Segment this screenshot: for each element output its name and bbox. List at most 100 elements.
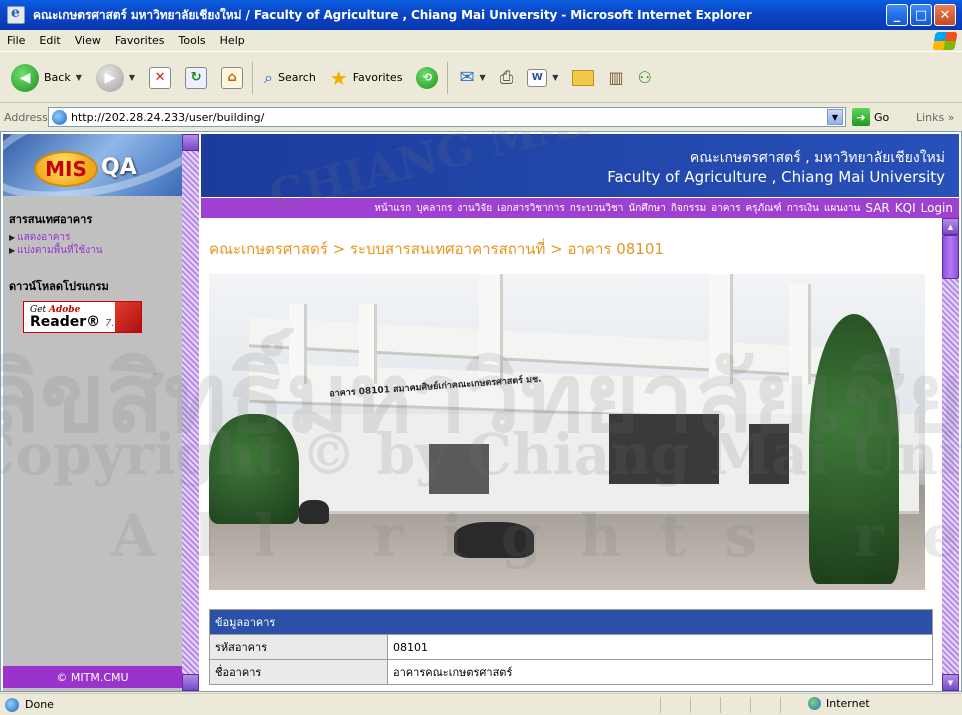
sidebar-link-label: แบ่งตามพื้นที่ใช้งาน: [17, 245, 103, 256]
table-header: ข้อมูลอาคาร: [209, 609, 933, 635]
nav-research[interactable]: งานวิจัย: [457, 201, 492, 216]
nav-activities[interactable]: กิจกรรม: [671, 201, 706, 216]
status-segment: [750, 697, 780, 713]
favorites-label: Favorites: [352, 71, 403, 84]
nav-students[interactable]: นักศึกษา: [628, 201, 666, 216]
nav-documents[interactable]: เอกสารวิชาการ: [497, 201, 565, 216]
table-header-row: ข้อมูลอาคาร: [209, 609, 933, 635]
nav-kqi[interactable]: KQI: [895, 201, 916, 215]
photo-pillar: [289, 304, 307, 384]
scroll-up-button[interactable]: ▲: [942, 218, 959, 235]
building-photo: อาคาร 08101 สมาคมศิษย์เก่าคณะเกษตรศาสตร์…: [209, 274, 925, 590]
home-button[interactable]: ⌂: [218, 58, 246, 98]
mail-button[interactable]: ✉ ▼: [456, 58, 488, 98]
chevron-down-icon: ▼: [128, 73, 136, 82]
window-title-bar[interactable]: คณะเกษตรศาสตร์ มหาวิทยาลัยเชียงใหม่ / Fa…: [0, 0, 962, 30]
sidebar-link-by-usage[interactable]: ▶ แบ่งตามพื้นที่ใช้งาน: [9, 243, 103, 258]
nav-courses[interactable]: กระบวนวิชา: [570, 201, 624, 216]
links-button[interactable]: Links »: [916, 111, 955, 124]
status-segment: [690, 697, 720, 713]
address-bar: Address http://202.28.24.233/user/buildi…: [0, 104, 962, 130]
nav-sar[interactable]: SAR: [865, 201, 889, 215]
mail-icon: ✉: [459, 67, 475, 88]
adobe-reader-label: Reader: [30, 314, 87, 330]
menu-file[interactable]: File: [0, 34, 32, 47]
menu-tools[interactable]: Tools: [172, 34, 213, 47]
photo-motorbike: [299, 500, 329, 524]
window-controls: _ □ ✕: [886, 4, 956, 26]
chevron-down-icon: ▼: [479, 73, 486, 82]
left-scroll-up-button[interactable]: [182, 134, 199, 151]
address-dropdown-button[interactable]: ▼: [827, 109, 843, 125]
left-scrollbar[interactable]: [182, 134, 199, 691]
zone-label: Internet: [826, 697, 870, 710]
nav-login[interactable]: Login: [921, 201, 953, 215]
nav-plans[interactable]: แผนงาน: [824, 201, 860, 216]
menu-favorites[interactable]: Favorites: [108, 34, 172, 47]
go-label: Go: [874, 110, 890, 124]
chevron-down-icon: ▼: [75, 73, 82, 82]
copyright-footer: © MITM.CMU: [3, 666, 182, 688]
sidebar-section-building-info: สารสนเทศอาคาร: [9, 213, 93, 226]
minimize-button[interactable]: _: [886, 4, 908, 26]
scroll-down-button[interactable]: ▼: [942, 674, 959, 691]
right-scrollbar[interactable]: ▲ ▼: [942, 218, 959, 691]
print-icon: ⎙: [499, 67, 514, 88]
word-icon: W: [527, 68, 548, 87]
menu-bar: File Edit View Favorites Tools Help: [0, 30, 962, 52]
status-text: Done: [25, 698, 54, 711]
back-button[interactable]: ◀ Back ▼: [8, 58, 85, 98]
search-button[interactable]: ⌕ Search: [261, 58, 319, 98]
sidebar-link-label: แสดงอาคาร: [17, 232, 71, 243]
close-button[interactable]: ✕: [934, 4, 956, 26]
refresh-icon: ↻: [185, 66, 208, 89]
status-segment: [780, 697, 810, 713]
folder-icon: [572, 69, 595, 86]
back-arrow-icon: ◀: [11, 63, 39, 92]
menu-help[interactable]: Help: [213, 34, 252, 47]
site-header: คณะเกษตรศาสตร์ , มหาวิทยาลัยเชียงใหม่ Fa…: [201, 134, 959, 197]
menu-edit[interactable]: Edit: [32, 34, 67, 47]
toolbar-separator: [447, 61, 449, 94]
left-scroll-down-button[interactable]: [182, 674, 199, 691]
refresh-button[interactable]: ↻: [182, 58, 210, 98]
nav-home[interactable]: หน้าแรก: [374, 201, 411, 216]
photo-window: [609, 414, 719, 484]
go-button[interactable]: ➔ Go: [852, 108, 889, 126]
security-zone: Internet: [808, 697, 870, 710]
messenger-button[interactable]: ⚇: [635, 58, 655, 98]
maximize-button[interactable]: □: [910, 4, 932, 26]
top-nav: หน้าแรก บุคลากร งานวิจัย เอกสารวิชาการ ก…: [201, 198, 959, 218]
nav-personnel[interactable]: บุคลากร: [416, 201, 452, 216]
header-title-thai: คณะเกษตรศาสตร์ , มหาวิทยาลัยเชียงใหม่: [689, 150, 945, 166]
print-button[interactable]: ⎙: [497, 58, 517, 98]
nav-buildings[interactable]: อาคาร: [711, 201, 740, 216]
table-cell-label: รหัสอาคาร: [209, 634, 388, 660]
stop-button[interactable]: ✕: [146, 58, 174, 98]
windows-logo-icon: [932, 32, 958, 50]
history-button[interactable]: ⟲: [413, 58, 441, 98]
table-cell-value: 08101: [387, 634, 933, 660]
photo-window: [749, 424, 789, 484]
scroll-thumb[interactable]: [942, 235, 959, 279]
nav-equipment[interactable]: ครุภัณฑ์: [745, 201, 781, 216]
forward-button[interactable]: ▶ ▼: [93, 58, 138, 98]
menu-view[interactable]: View: [68, 34, 108, 47]
status-segment: [720, 697, 750, 713]
nav-finance[interactable]: การเงิน: [787, 201, 819, 216]
favorites-button[interactable]: ★ Favorites: [327, 58, 406, 98]
edit-button[interactable]: W ▼: [524, 58, 561, 98]
breadcrumb: คณะเกษตรศาสตร์ > ระบบสารสนเทศอาคารสถานที…: [209, 240, 664, 258]
table-row: รหัสอาคาร 08101: [209, 634, 933, 660]
page-icon: [5, 697, 19, 712]
mis-logo-text: MIS: [34, 151, 98, 187]
qa-logo-text: QA: [101, 155, 137, 180]
mis-qa-logo[interactable]: MIS QA: [3, 134, 182, 196]
header-title-english: Faculty of Agriculture , Chiang Mai Univ…: [607, 168, 945, 186]
research-button[interactable]: ▥: [605, 58, 626, 98]
photo-pine-tree: [809, 314, 899, 584]
folder-button[interactable]: [569, 58, 597, 98]
photo-doorway: [429, 444, 489, 494]
address-input[interactable]: http://202.28.24.233/user/building/ ▼: [48, 107, 846, 127]
adobe-reader-badge[interactable]: Get Adobe Reader® 7.0: [23, 301, 142, 333]
